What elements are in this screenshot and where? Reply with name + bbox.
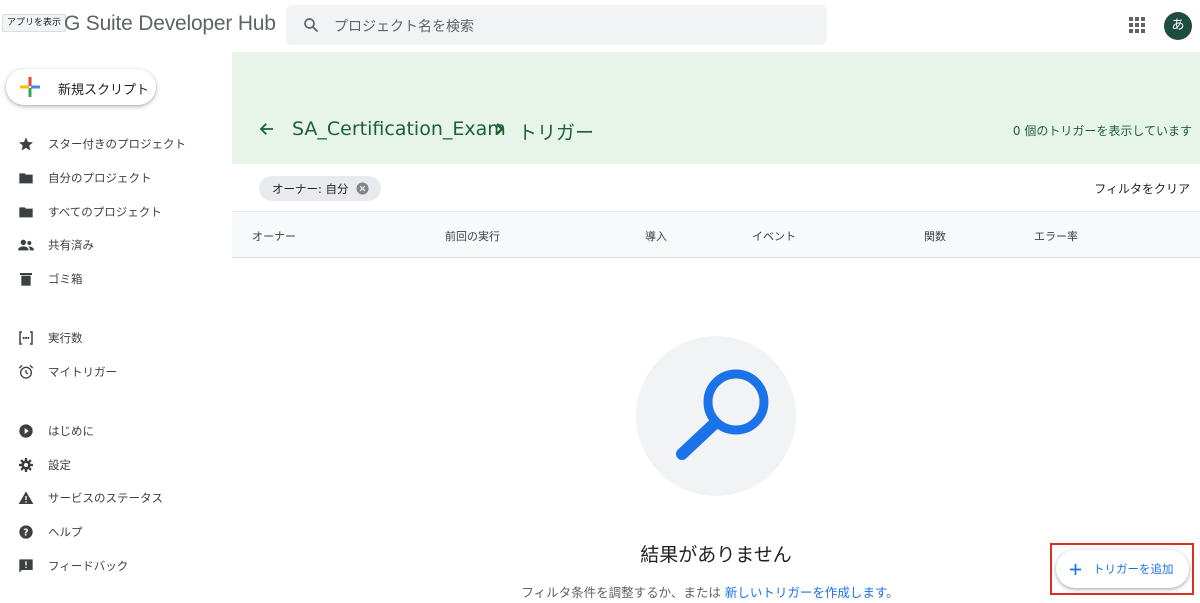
sidebar-item-label: 実行数 [48, 331, 83, 345]
search-input[interactable]: プロジェクト名を検索 [334, 16, 474, 36]
sidebar-item-executions[interactable]: 実行数 [0, 323, 232, 353]
chevron-right-icon [496, 123, 504, 135]
new-script-button[interactable]: 新規スクリプト [6, 69, 156, 105]
apps-grid-icon[interactable] [1129, 17, 1145, 33]
sidebar-item-label: ヘルプ [48, 525, 83, 539]
svg-text:?: ? [23, 527, 28, 538]
sidebar-item-label: 共有済み [48, 238, 94, 252]
sidebar-item-trash[interactable]: ゴミ箱 [0, 264, 232, 294]
owner-filter-chip[interactable]: オーナー: 自分 [259, 176, 381, 201]
column-function[interactable]: 関数 [924, 228, 946, 244]
new-script-label: 新規スクリプト [58, 83, 150, 98]
app-logo[interactable]: G Suite Developer Hub [64, 12, 276, 36]
sidebar-item-my-projects[interactable]: 自分のプロジェクト [0, 163, 232, 193]
sidebar-item-all-projects[interactable]: すべてのプロジェクト [0, 197, 232, 227]
sidebar-item-label: スター付きのプロジェクト [48, 137, 186, 151]
sidebar-item-label: すべてのプロジェクト [48, 205, 162, 219]
sidebar-item-label: マイトリガー [48, 365, 117, 379]
sidebar-item-settings[interactable]: 設定 [0, 450, 232, 480]
create-trigger-link[interactable]: 新しいトリガーを作成します。 [725, 585, 899, 600]
breadcrumb-project[interactable]: SA_Certification_Exam [292, 118, 506, 140]
sidebar-item-label: 設定 [48, 458, 71, 472]
sidebar-item-label: サービスのステータス [48, 491, 163, 505]
add-trigger-button[interactable]: トリガーを追加 [1056, 550, 1189, 588]
folder-icon [19, 207, 33, 218]
sidebar-item-shared[interactable]: 共有済み [0, 230, 232, 260]
sidebar-item-starred[interactable]: スター付きのプロジェクト [0, 129, 232, 159]
warning-icon [18, 491, 34, 504]
people-icon [18, 239, 34, 251]
add-trigger-label: トリガーを追加 [1093, 562, 1174, 576]
page-title: トリガー [518, 122, 595, 144]
column-event[interactable]: イベント [752, 228, 796, 244]
avatar[interactable]: あ [1164, 12, 1192, 40]
executions-icon [19, 331, 33, 345]
search-bar[interactable]: プロジェクト名を検索 [286, 5, 827, 45]
sidebar-item-label: ゴミ箱 [48, 272, 83, 286]
star-icon [19, 137, 33, 151]
sidebar-item-service-status[interactable]: サービスのステータス [0, 483, 232, 513]
empty-state-text: フィルタ条件を調整するか、または [521, 585, 721, 600]
sidebar-item-my-triggers[interactable]: マイトリガー [0, 357, 232, 387]
plus-icon [20, 77, 40, 97]
column-owner[interactable]: オーナー [252, 228, 296, 244]
sidebar-item-label: はじめに [48, 424, 94, 438]
empty-state-description: フィルタ条件を調整するか、または 新しいトリガーを作成します。 [0, 582, 1200, 601]
sidebar-item-label: 自分のプロジェクト [48, 171, 152, 185]
play-icon [19, 424, 33, 438]
plus-icon [1069, 563, 1082, 576]
column-deployment[interactable]: 導入 [645, 228, 667, 244]
back-arrow-icon[interactable] [258, 120, 276, 138]
column-last-run[interactable]: 前回の実行 [445, 228, 500, 244]
filter-chip-label: オーナー: 自分 [272, 182, 349, 196]
table-header: オーナー 前回の実行 導入 イベント 関数 エラー率 [232, 211, 1200, 258]
sidebar-item-getting-started[interactable]: はじめに [0, 416, 232, 446]
help-icon: ? [19, 525, 33, 539]
apps-tooltip: アプリを表示 [2, 14, 67, 32]
trash-icon [20, 273, 32, 286]
close-icon[interactable] [356, 182, 369, 195]
column-error-rate[interactable]: エラー率 [1034, 228, 1078, 244]
top-bar: アプリを表示 G Suite Developer Hub プロジェクト名を検索 … [0, 0, 1200, 52]
gear-icon [19, 458, 33, 472]
trigger-count: 0 個のトリガーを表示しています [1012, 124, 1192, 138]
search-icon[interactable] [302, 16, 320, 34]
alarm-icon [18, 364, 34, 379]
folder-icon [19, 173, 33, 184]
clear-filter-button[interactable]: フィルタをクリア [1094, 180, 1190, 197]
empty-state-title: 結果がありません [640, 544, 792, 566]
trigger-page: アプリを表示 G Suite Developer Hub プロジェクト名を検索 … [0, 0, 1200, 603]
page-header-banner [232, 52, 1200, 164]
magnifier-icon [676, 369, 769, 460]
